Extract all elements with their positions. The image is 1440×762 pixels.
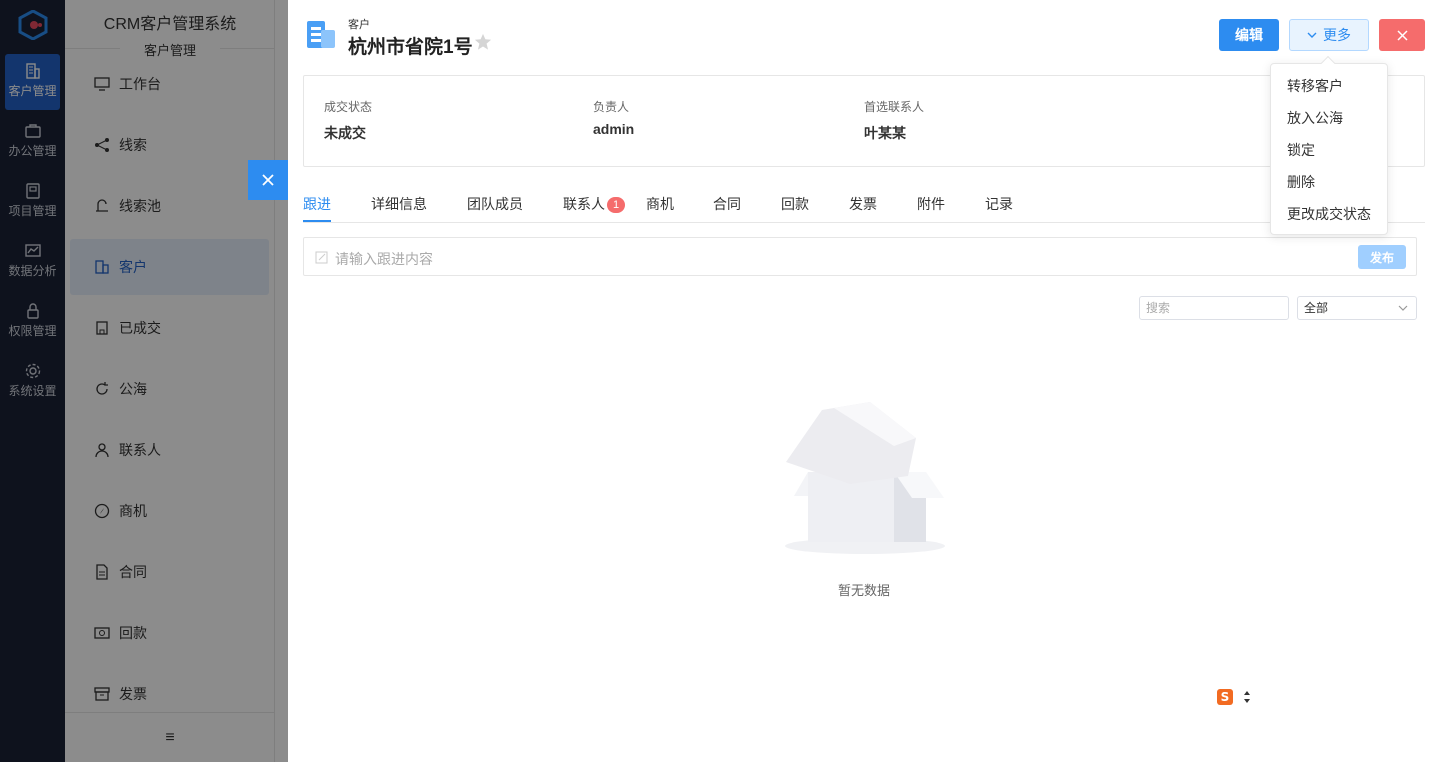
more-button-label: 更多	[1323, 27, 1351, 43]
field-label: 成交状态	[324, 100, 373, 114]
more-dropdown-menu: 转移客户 放入公海 锁定 删除 更改成交状态	[1270, 55, 1388, 235]
close-button[interactable]	[1379, 19, 1425, 51]
edit-icon	[315, 251, 328, 264]
tab-label: 联系人	[563, 196, 605, 212]
primary-contact-field: 首选联系人 叶某某	[864, 98, 924, 143]
customer-name: 杭州市省院1号	[348, 37, 473, 58]
tab-attachment[interactable]: 附件	[917, 194, 945, 214]
ime-indicator-icon[interactable]: S	[1208, 686, 1256, 708]
more-button[interactable]: 更多	[1289, 19, 1369, 51]
dropdown-item-change-status[interactable]: 更改成交状态	[1271, 198, 1387, 230]
search-input[interactable]: 搜索	[1139, 296, 1289, 320]
svg-text:S: S	[1221, 690, 1230, 704]
tab-followup[interactable]: 跟进	[303, 194, 331, 214]
tab-details[interactable]: 详细信息	[371, 194, 427, 214]
tab-record[interactable]: 记录	[985, 194, 1013, 214]
dropdown-item-move-to-pool[interactable]: 放入公海	[1271, 102, 1387, 134]
field-label: 负责人	[593, 100, 630, 114]
star-icon[interactable]	[474, 33, 492, 51]
filter-value: 全部	[1304, 301, 1329, 315]
chevron-down-icon	[1398, 305, 1408, 311]
customer-detail-drawer: 客户 杭州市省院1号 编辑 更多 成交状态 未成交 负责人 admin 首选联系…	[288, 0, 1440, 762]
customer-building-icon	[307, 21, 335, 48]
tab-team[interactable]: 团队成员	[467, 194, 523, 214]
followup-placeholder: 请输入跟进内容	[335, 251, 433, 267]
field-value: 叶某某	[864, 125, 906, 141]
tab-payment[interactable]: 回款	[781, 194, 809, 214]
edit-button[interactable]: 编辑	[1219, 19, 1279, 51]
drawer-close-tab[interactable]	[248, 160, 288, 200]
close-icon	[262, 174, 274, 186]
dropdown-item-delete[interactable]: 删除	[1271, 166, 1387, 198]
customer-summary: 成交状态 未成交 负责人 admin 首选联系人 叶某某	[303, 75, 1425, 167]
field-value: admin	[593, 121, 635, 137]
record-type-label: 客户	[348, 19, 370, 31]
dropdown-item-transfer[interactable]: 转移客户	[1271, 70, 1387, 102]
chevron-down-icon	[1307, 32, 1317, 38]
tab-invoice[interactable]: 发票	[849, 194, 877, 214]
field-value: 未成交	[324, 125, 366, 141]
empty-state-text: 暂无数据	[837, 583, 890, 598]
followup-input[interactable]: 请输入跟进内容 发布	[303, 237, 1417, 276]
publish-button[interactable]: 发布	[1358, 245, 1406, 269]
tab-contacts[interactable]: 联系人 1	[563, 194, 625, 214]
active-tab-indicator	[303, 220, 331, 222]
deal-status-field: 成交状态 未成交	[324, 98, 372, 143]
tab-contract[interactable]: 合同	[713, 194, 741, 214]
tab-opportunity[interactable]: 商机	[646, 194, 674, 214]
close-icon	[1396, 29, 1408, 41]
empty-box-illustration	[785, 402, 945, 554]
owner-field: 负责人 admin	[593, 98, 634, 137]
filter-select[interactable]: 全部	[1297, 296, 1417, 320]
field-label: 首选联系人	[864, 100, 925, 114]
contacts-count-badge: 1	[607, 197, 625, 213]
detail-tabs: 跟进 详细信息 团队成员 联系人 1 商机 合同 回款 发票 附件 记录	[303, 186, 1425, 223]
dropdown-item-lock[interactable]: 锁定	[1271, 134, 1387, 166]
